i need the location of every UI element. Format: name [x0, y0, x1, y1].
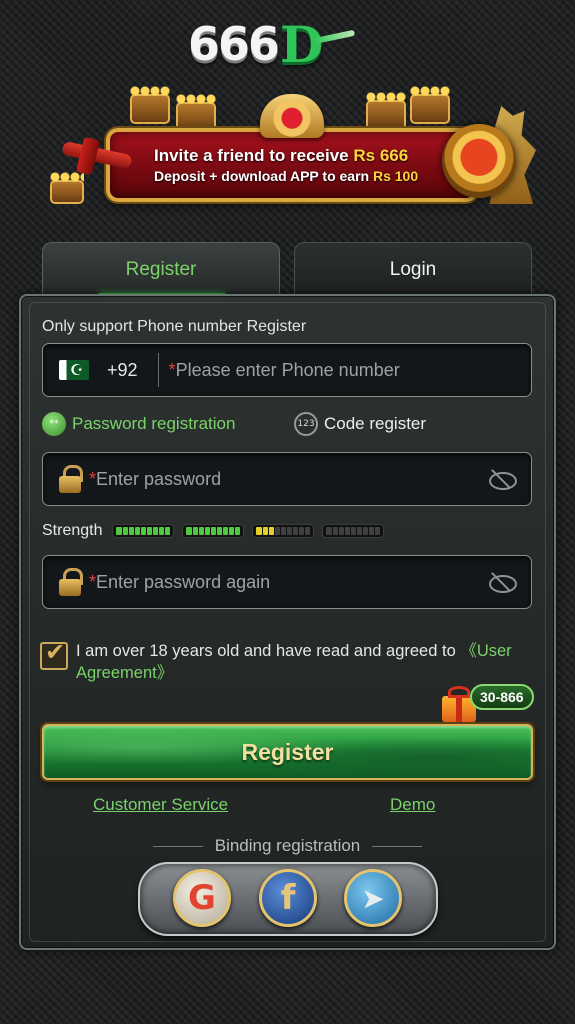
agreement-text: I am over 18 years old and have read and… — [76, 642, 512, 682]
banner-deposit-text: Deposit + download APP to earn Rs 100 — [154, 168, 419, 184]
logo-digits: 666 — [188, 17, 280, 71]
code-register-option[interactable]: 123 Code register — [294, 412, 426, 436]
customer-service-link[interactable]: Customer Service — [93, 795, 228, 815]
banner-deposit-amount: Rs 100 — [372, 168, 419, 184]
invite-promo-banner[interactable]: Invite a friend to receive Rs 666 Deposi… — [48, 86, 538, 226]
tab-login-label: Login — [389, 258, 437, 280]
eye-off-icon[interactable] — [487, 468, 517, 490]
confirm-password-field[interactable]: * Enter password again — [42, 555, 532, 609]
code-register-label: Code register — [324, 414, 427, 433]
treasure-chest-icon — [50, 172, 84, 204]
password-mode-icon: ** — [42, 412, 66, 436]
treasure-chest-icon — [130, 86, 170, 124]
code-mode-icon: 123 — [294, 412, 318, 436]
treasure-chest-icon — [366, 92, 406, 130]
treasure-chest-icon — [410, 86, 450, 124]
age-agreement: I am over 18 years old and have read and… — [40, 638, 535, 684]
ruby-crown-icon — [260, 94, 324, 138]
phone-only-hint: Only support Phone number Register — [42, 318, 307, 335]
logo-letter: D — [280, 14, 324, 74]
strength-segment — [322, 524, 385, 538]
banner-invite-text: Invite a friend to receive Rs 666 — [154, 146, 409, 165]
brand-logo: 666 D — [188, 12, 358, 76]
tab-login[interactable]: Login — [294, 242, 532, 296]
password-field[interactable]: * Enter password — [42, 452, 532, 506]
phone-placeholder[interactable]: Please enter Phone number — [176, 360, 400, 381]
required-mark: * — [168, 359, 176, 380]
binding-registration-label: Binding registration — [214, 836, 361, 855]
tab-register[interactable]: Register — [42, 242, 280, 296]
password-registration-option[interactable]: ** Password registration — [42, 412, 235, 436]
strength-segment — [182, 524, 245, 538]
register-button[interactable]: Register — [42, 724, 533, 780]
strength-segment — [252, 524, 315, 538]
demo-link[interactable]: Demo — [390, 795, 435, 815]
strength-label: Strength — [42, 522, 103, 539]
telegram-login-button[interactable]: ➤ — [344, 869, 402, 927]
country-code[interactable]: +92 — [107, 360, 138, 381]
pakistan-flag-icon[interactable] — [59, 360, 89, 380]
tab-register-label: Register — [125, 258, 197, 280]
confirm-password-placeholder[interactable]: Enter password again — [96, 572, 270, 593]
biplane-icon — [52, 134, 138, 176]
strength-segment — [112, 524, 175, 538]
password-registration-label: Password registration — [72, 414, 236, 433]
facebook-login-button[interactable]: f — [259, 869, 317, 927]
phone-number-field[interactable]: +92 * Please enter Phone number — [42, 343, 532, 397]
lock-icon — [59, 465, 83, 493]
password-placeholder[interactable]: Enter password — [96, 469, 221, 490]
eye-off-icon[interactable] — [487, 571, 517, 593]
password-strength-meter: Strength — [42, 522, 392, 540]
required-mark: * — [89, 468, 97, 489]
google-login-button[interactable]: G — [173, 869, 231, 927]
field-divider — [157, 353, 159, 387]
binding-registration-divider: Binding registration — [0, 836, 575, 856]
divider-line — [372, 845, 423, 847]
agreement-checkbox[interactable] — [40, 638, 68, 670]
lock-icon — [59, 568, 83, 596]
required-mark: * — [89, 571, 97, 592]
divider-line — [152, 845, 203, 847]
promo-badge: 30-866 — [470, 684, 534, 710]
banner-invite-amount: Rs 666 — [353, 146, 409, 165]
